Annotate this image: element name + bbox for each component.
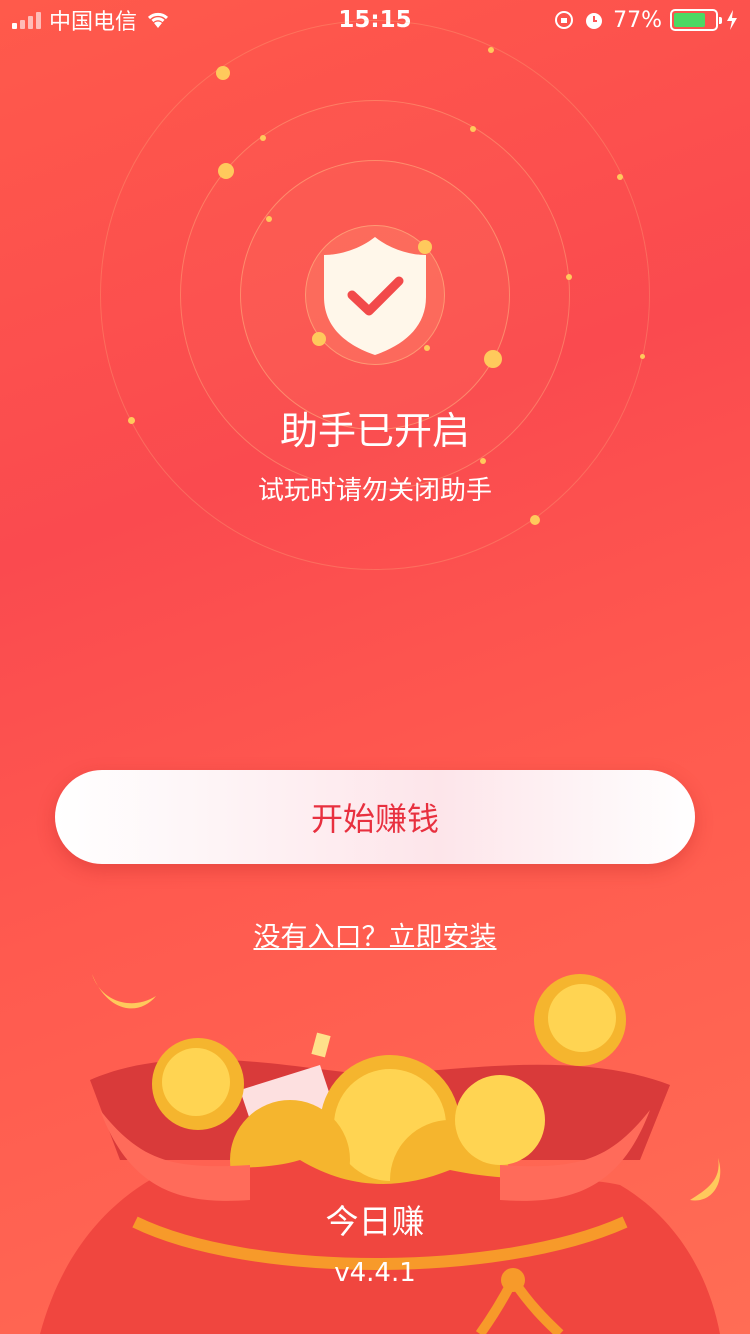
signal-icon bbox=[12, 11, 41, 29]
charging-icon bbox=[727, 10, 737, 30]
app-name: 今日赚 bbox=[325, 1202, 425, 1241]
battery-icon bbox=[670, 9, 722, 31]
carrier-label: 中国电信 bbox=[49, 10, 138, 35]
start-earning-label: 开始赚钱 bbox=[310, 800, 439, 838]
battery-percent: 77% bbox=[613, 7, 662, 33]
wifi-icon bbox=[147, 12, 169, 28]
start-earning-button[interactable]: 开始赚钱 bbox=[55, 770, 695, 864]
shield-check-icon bbox=[324, 237, 426, 355]
alarm-icon bbox=[586, 13, 603, 29]
install-now-link[interactable]: 没有入口？立即安装 bbox=[0, 915, 750, 954]
rotation-lock-icon bbox=[555, 11, 574, 29]
assistant-status-title: 助手已开启 bbox=[279, 409, 470, 453]
assistant-status-subtitle: 试玩时请勿关闭助手 bbox=[257, 476, 492, 506]
app-version: v4.4.1 bbox=[334, 1258, 416, 1288]
